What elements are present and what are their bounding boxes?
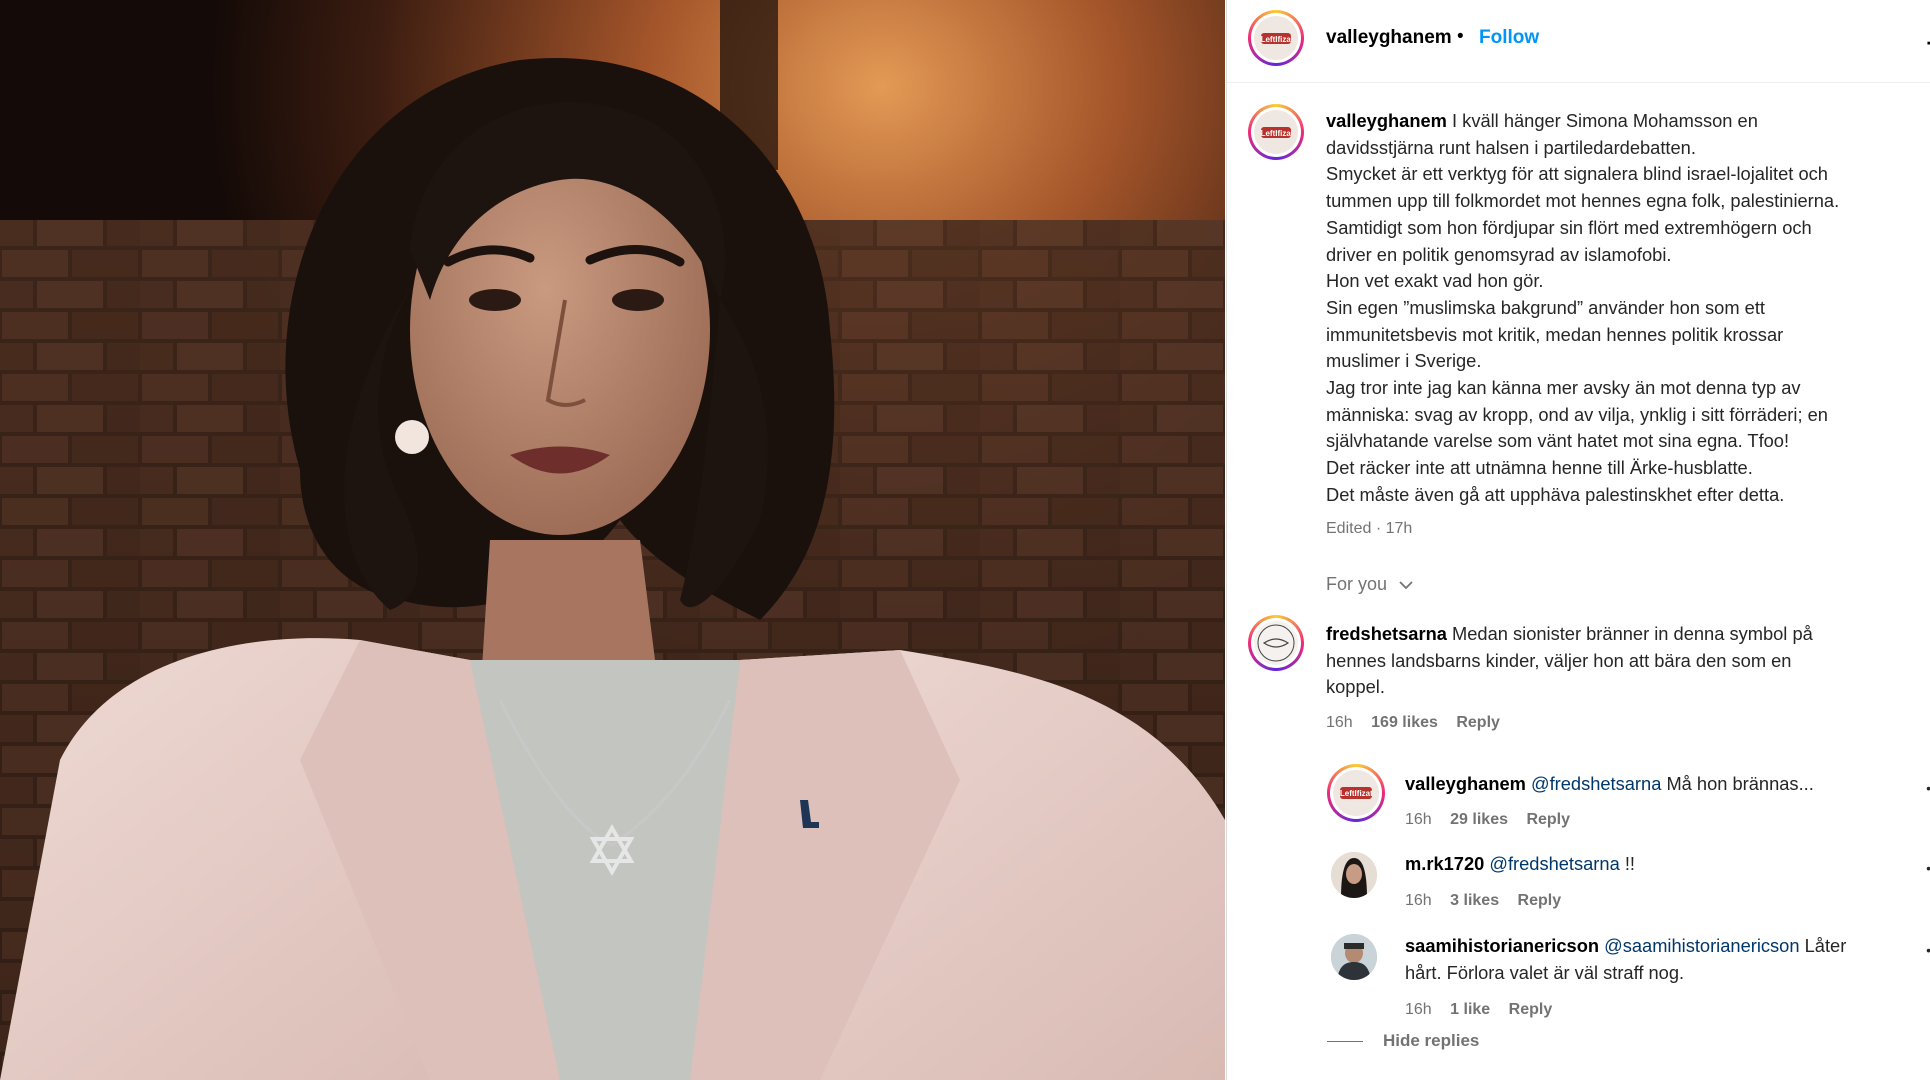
edited-timestamp: Edited · 17h <box>1326 520 1413 537</box>
avatar-logo-text: Leftlfizatro <box>1260 126 1292 139</box>
caption-username[interactable]: valleyghanem <box>1326 110 1447 131</box>
for-you-dropdown[interactable]: For you <box>1326 574 1414 595</box>
hide-replies-divider <box>1327 1041 1363 1042</box>
caption-line: Det måste även gå att upphäva palestinsk… <box>1326 483 1785 505</box>
caption-line: Det räcker inte att utnämna henne till Ä… <box>1326 457 1753 479</box>
comment-likes[interactable]: 1 like <box>1450 1001 1490 1018</box>
post-caption: valleyghanem I kväll hänger Simona Moham… <box>1326 108 1926 509</box>
comment-username[interactable]: saamihistorianericson <box>1405 935 1599 956</box>
caption-line: muslimer i Sverige. <box>1326 350 1482 372</box>
comment-username[interactable]: m.rk1720 <box>1405 853 1484 874</box>
header-username[interactable]: valleyghanem <box>1326 27 1452 49</box>
comment-likes[interactable]: 169 likes <box>1371 714 1438 731</box>
comment-text: hennes landsbarns kinder, väljer hon att… <box>1326 649 1792 671</box>
caption-line: driver en politik genomsyrad av islamofo… <box>1326 243 1672 265</box>
reply-avatar[interactable]: Leftlfizatro <box>1327 764 1385 822</box>
reply-button[interactable]: Reply <box>1509 1001 1553 1018</box>
caption-line: människa: svag av kropp, ond av vilja, y… <box>1326 403 1828 425</box>
comment-text: hårt. Förlora valet är väl straff nog. <box>1405 961 1685 983</box>
caption-line: Smycket är ett verktyg för att signalera… <box>1326 163 1828 185</box>
comment-text: Låter <box>1804 935 1847 956</box>
reply-button[interactable]: Reply <box>1456 714 1500 731</box>
reply-avatar[interactable] <box>1331 934 1377 980</box>
reply-button[interactable]: Reply <box>1526 811 1570 828</box>
comment-time[interactable]: 16h <box>1405 892 1432 909</box>
reply-comment: saamihistorianericson @saamihistorianeri… <box>1405 933 1910 986</box>
caption-line: immunitetsbevis mot kritik, medan hennes… <box>1326 323 1784 345</box>
more-dots-icon[interactable]: • <box>1926 860 1930 876</box>
reply-avatar[interactable] <box>1331 852 1377 898</box>
comment-time[interactable]: 16h <box>1405 1001 1432 1018</box>
comment-username[interactable]: fredshetsarna <box>1326 623 1447 644</box>
comment-likes[interactable]: 3 likes <box>1450 892 1499 909</box>
hide-replies-button[interactable]: Hide replies <box>1383 1031 1479 1051</box>
reply-comment: valleyghanem @fredshetsarna Må hon bränn… <box>1405 771 1905 798</box>
avatar-photo-icon <box>1331 934 1377 980</box>
mention-link[interactable]: @fredshetsarna <box>1531 773 1661 794</box>
avatar-logo-text: Leftlfizatro <box>1260 32 1292 45</box>
caption-line: valleyghanem I kväll hänger Simona Moham… <box>1326 110 1758 131</box>
chevron-down-icon <box>1399 581 1413 590</box>
caption-avatar[interactable]: Leftlfizatro <box>1248 104 1304 160</box>
post-side-panel: Leftlfizatro valleyghanem • Follow · Lef… <box>1226 0 1930 1080</box>
for-you-label: For you <box>1326 574 1388 594</box>
comment-meta: 16h 3 likes Reply <box>1405 892 1561 910</box>
caption-line: Jag tror inte jag kan känna mer avsky än… <box>1326 377 1801 399</box>
mention-link[interactable]: @saamihistorianericson <box>1604 935 1799 956</box>
avatar-logo-text: Leftlfizatro <box>1339 787 1373 800</box>
comment-username[interactable]: valleyghanem <box>1405 773 1526 794</box>
follow-button[interactable]: Follow <box>1479 27 1539 49</box>
commenter-avatar[interactable] <box>1248 615 1304 671</box>
reply-button[interactable]: Reply <box>1518 892 1562 909</box>
caption-line: Samtidigt som hon fördjupar sin flört me… <box>1326 216 1812 238</box>
separator-dot: • <box>1457 26 1464 47</box>
caption-line: Sin egen ”muslimska bakgrund” använder h… <box>1326 296 1765 318</box>
caption-line: Hon vet exakt vad hon gör. <box>1326 270 1544 292</box>
avatar-photo-icon <box>1331 852 1377 898</box>
more-dots-icon[interactable]: • <box>1926 942 1930 958</box>
comment-text: Medan sionister bränner in denna symbol … <box>1452 623 1813 644</box>
caption-line: tummen upp till folkmordet mot hennes eg… <box>1326 190 1840 212</box>
comment-meta: 16h 1 like Reply <box>1405 1001 1552 1019</box>
comment-text: Må hon brännas... <box>1666 773 1814 794</box>
comment: fredshetsarna Medan sionister bränner in… <box>1326 621 1921 701</box>
comment-text: !! <box>1624 853 1635 874</box>
caption-line: självhatande varelse som vänt hatet mot … <box>1326 430 1790 452</box>
fredshetsarna-logo-icon <box>1257 624 1295 662</box>
post-photo[interactable] <box>0 0 1225 1080</box>
post-header: Leftlfizatro valleyghanem • Follow · <box>1227 0 1930 83</box>
caption-line: davidsstjärna runt halsen i partiledarde… <box>1326 136 1696 158</box>
comment-meta: 16h 169 likes Reply <box>1326 714 1500 732</box>
comment-meta: 16h 29 likes Reply <box>1405 811 1570 829</box>
more-icon[interactable]: · <box>1924 26 1930 57</box>
reply-comment: m.rk1720 @fredshetsarna !! <box>1405 851 1905 878</box>
more-dots-icon[interactable]: • <box>1926 780 1930 796</box>
comment-time[interactable]: 16h <box>1326 714 1353 731</box>
author-avatar[interactable]: Leftlfizatro <box>1248 10 1304 66</box>
comment-likes[interactable]: 29 likes <box>1450 811 1508 828</box>
comment-text: koppel. <box>1326 676 1385 698</box>
photo-illustration <box>0 0 1225 1080</box>
mention-link[interactable]: @fredshetsarna <box>1489 853 1619 874</box>
comment-time[interactable]: 16h <box>1405 811 1432 828</box>
